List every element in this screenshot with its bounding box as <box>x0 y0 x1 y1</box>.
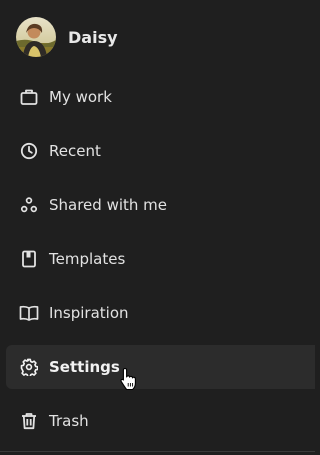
user-profile[interactable]: Daisy <box>16 17 118 57</box>
briefcase-icon <box>19 87 39 107</box>
hand-pointer-icon <box>120 367 138 391</box>
nav-item-label: My work <box>49 88 112 106</box>
nav-item-label: Inspiration <box>49 304 129 322</box>
nav-item-label: Recent <box>49 142 101 160</box>
nav-item-shared-with-me[interactable]: Shared with me <box>6 183 315 227</box>
nav-item-templates[interactable]: Templates <box>6 237 315 281</box>
divider <box>0 451 315 452</box>
nav-item-settings[interactable]: Settings <box>6 345 315 389</box>
shared-nodes-icon <box>19 195 39 215</box>
nav-item-my-work[interactable]: My work <box>6 75 315 119</box>
trash-icon <box>19 411 39 431</box>
clock-icon <box>19 141 39 161</box>
gear-icon <box>19 357 39 377</box>
nav-item-label: Shared with me <box>49 196 168 214</box>
nav-item-label: Templates <box>49 250 126 268</box>
avatar[interactable] <box>16 17 56 57</box>
profile-name: Daisy <box>68 27 118 47</box>
book-icon <box>19 303 39 323</box>
nav-item-trash[interactable]: Trash <box>6 399 315 443</box>
nav-item-inspiration[interactable]: Inspiration <box>6 291 315 335</box>
template-icon <box>19 249 39 269</box>
nav-item-recent[interactable]: Recent <box>6 129 315 173</box>
nav-item-label: Settings <box>49 358 120 376</box>
sidebar: Daisy My work Recent Shared with me Temp… <box>0 0 315 455</box>
nav-item-label: Trash <box>49 412 89 430</box>
